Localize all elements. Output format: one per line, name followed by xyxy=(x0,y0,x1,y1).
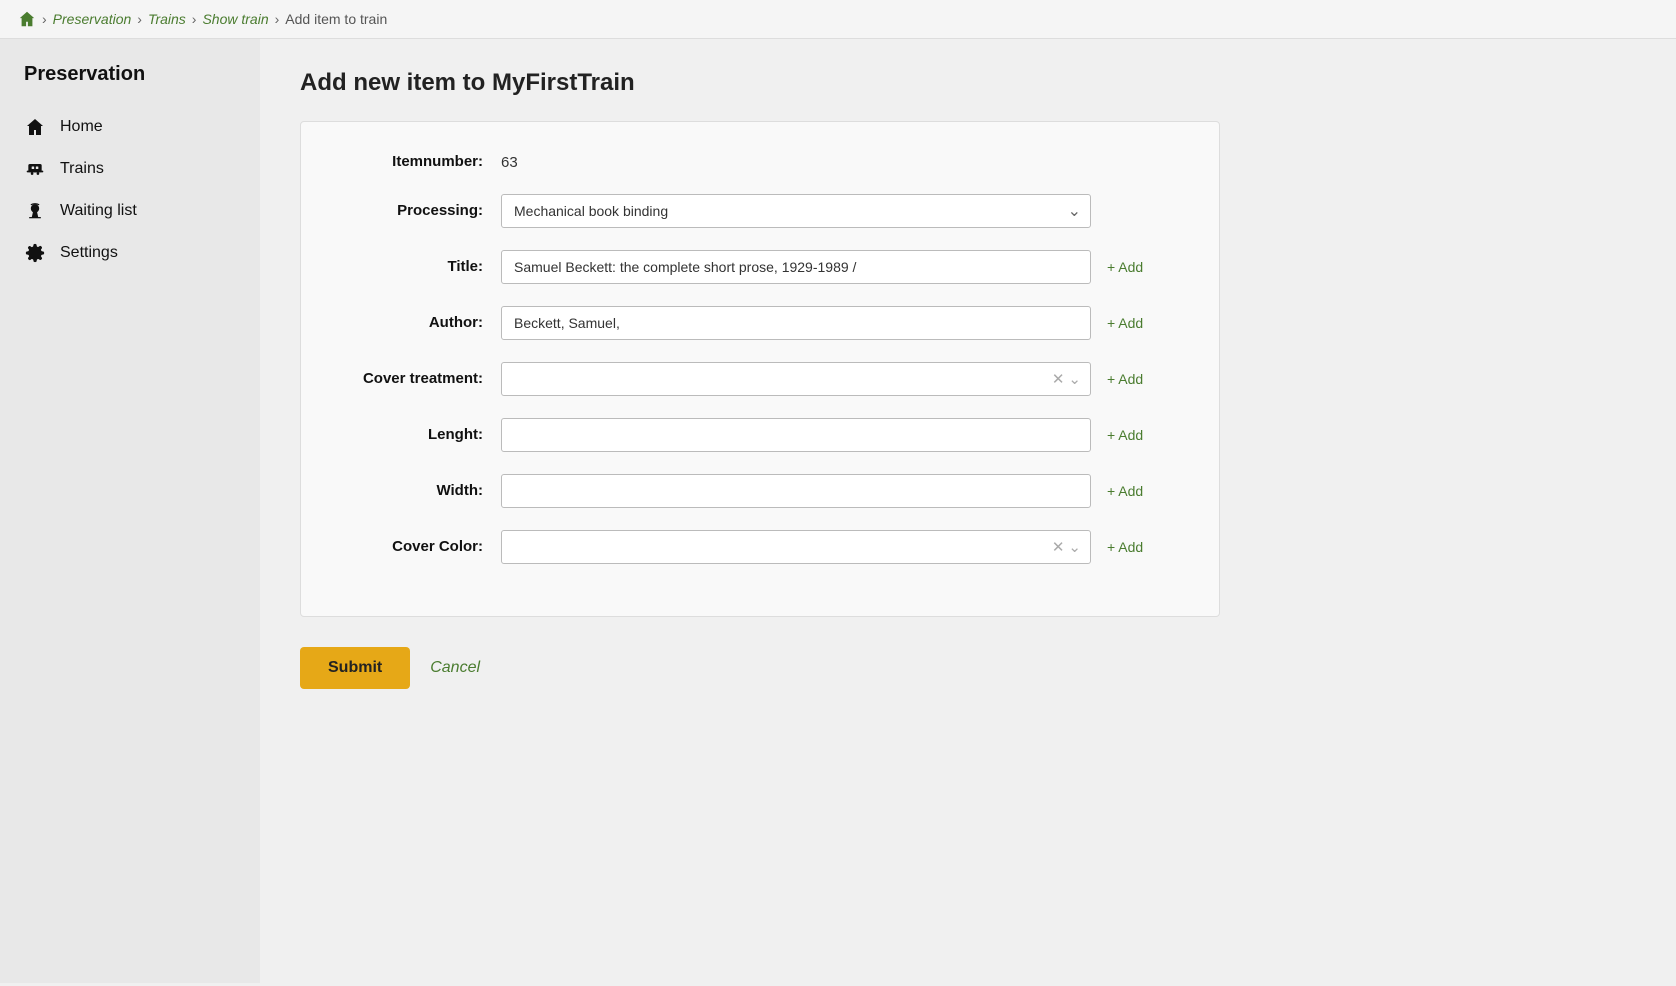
item-number-value: 63 xyxy=(501,154,518,171)
width-label: Width: xyxy=(331,481,501,501)
form-card: Itemnumber: 63 Processing: Mechanical bo… xyxy=(300,121,1220,617)
sidebar-title: Preservation xyxy=(0,63,260,106)
title-row: Title: + Add xyxy=(331,250,1189,284)
form-actions: Submit Cancel xyxy=(300,647,1636,689)
cover-color-select-wrapper: ✕ ⌄ xyxy=(501,530,1091,564)
sidebar-trains-label: Trains xyxy=(60,160,104,178)
item-number-label: Itemnumber: xyxy=(331,152,501,172)
processing-label: Processing: xyxy=(331,201,501,221)
author-label: Author: xyxy=(331,313,501,333)
title-label: Title: xyxy=(331,257,501,277)
length-label: Lenght: xyxy=(331,425,501,445)
author-input[interactable] xyxy=(501,306,1091,340)
cover-treatment-select-wrapper: ✕ ⌄ xyxy=(501,362,1091,396)
length-input[interactable] xyxy=(501,418,1091,452)
width-input[interactable] xyxy=(501,474,1091,508)
main-content: Add new item to MyFirstTrain Itemnumber:… xyxy=(260,39,1676,983)
sidebar-item-waiting-list[interactable]: Waiting list xyxy=(0,190,260,232)
sidebar-item-settings[interactable]: Settings xyxy=(0,232,260,274)
breadcrumb: › Preservation › Trains › Show train › A… xyxy=(0,0,1676,39)
sidebar-waiting-list-label: Waiting list xyxy=(60,202,137,220)
processing-select[interactable]: Mechanical book binding xyxy=(501,194,1091,228)
sidebar-item-home[interactable]: Home xyxy=(0,106,260,148)
breadcrumb-sep-3: › xyxy=(192,11,197,27)
home-icon xyxy=(24,116,46,138)
cover-color-select[interactable] xyxy=(501,530,1091,564)
width-add-link[interactable]: + Add xyxy=(1107,483,1143,499)
breadcrumb-sep-4: › xyxy=(275,11,280,27)
breadcrumb-sep-1: › xyxy=(42,11,47,27)
cover-treatment-select[interactable] xyxy=(501,362,1091,396)
submit-button[interactable]: Submit xyxy=(300,647,410,689)
cancel-button[interactable]: Cancel xyxy=(430,647,480,689)
breadcrumb-sep-2: › xyxy=(137,11,142,27)
cover-color-add-link[interactable]: + Add xyxy=(1107,539,1143,555)
home-breadcrumb-icon xyxy=(18,10,36,28)
cover-color-label: Cover Color: xyxy=(331,537,501,557)
waiting-list-icon xyxy=(24,200,46,222)
preservation-breadcrumb-link[interactable]: Preservation xyxy=(53,11,132,27)
home-breadcrumb-link[interactable] xyxy=(18,10,36,28)
cover-treatment-add-link[interactable]: + Add xyxy=(1107,371,1143,387)
current-breadcrumb: Add item to train xyxy=(285,11,387,27)
processing-row: Processing: Mechanical book binding ⌄ xyxy=(331,194,1189,228)
length-row: Lenght: + Add xyxy=(331,418,1189,452)
cover-treatment-label: Cover treatment: xyxy=(331,369,501,389)
author-add-link[interactable]: + Add xyxy=(1107,315,1143,331)
item-number-row: Itemnumber: 63 xyxy=(331,152,1189,172)
train-icon xyxy=(24,158,46,180)
title-input[interactable] xyxy=(501,250,1091,284)
title-add-link[interactable]: + Add xyxy=(1107,259,1143,275)
sidebar-home-label: Home xyxy=(60,118,103,136)
settings-icon xyxy=(24,242,46,264)
cover-treatment-row: Cover treatment: ✕ ⌄ + Add xyxy=(331,362,1189,396)
sidebar-settings-label: Settings xyxy=(60,244,118,262)
trains-breadcrumb-link[interactable]: Trains xyxy=(148,11,186,27)
width-row: Width: + Add xyxy=(331,474,1189,508)
author-row: Author: + Add xyxy=(331,306,1189,340)
sidebar: Preservation Home Trains xyxy=(0,39,260,983)
sidebar-item-trains[interactable]: Trains xyxy=(0,148,260,190)
processing-select-wrapper: Mechanical book binding ⌄ xyxy=(501,194,1091,228)
cover-color-row: Cover Color: ✕ ⌄ + Add xyxy=(331,530,1189,564)
show-train-breadcrumb-link[interactable]: Show train xyxy=(202,11,268,27)
length-add-link[interactable]: + Add xyxy=(1107,427,1143,443)
page-title: Add new item to MyFirstTrain xyxy=(300,69,1636,97)
